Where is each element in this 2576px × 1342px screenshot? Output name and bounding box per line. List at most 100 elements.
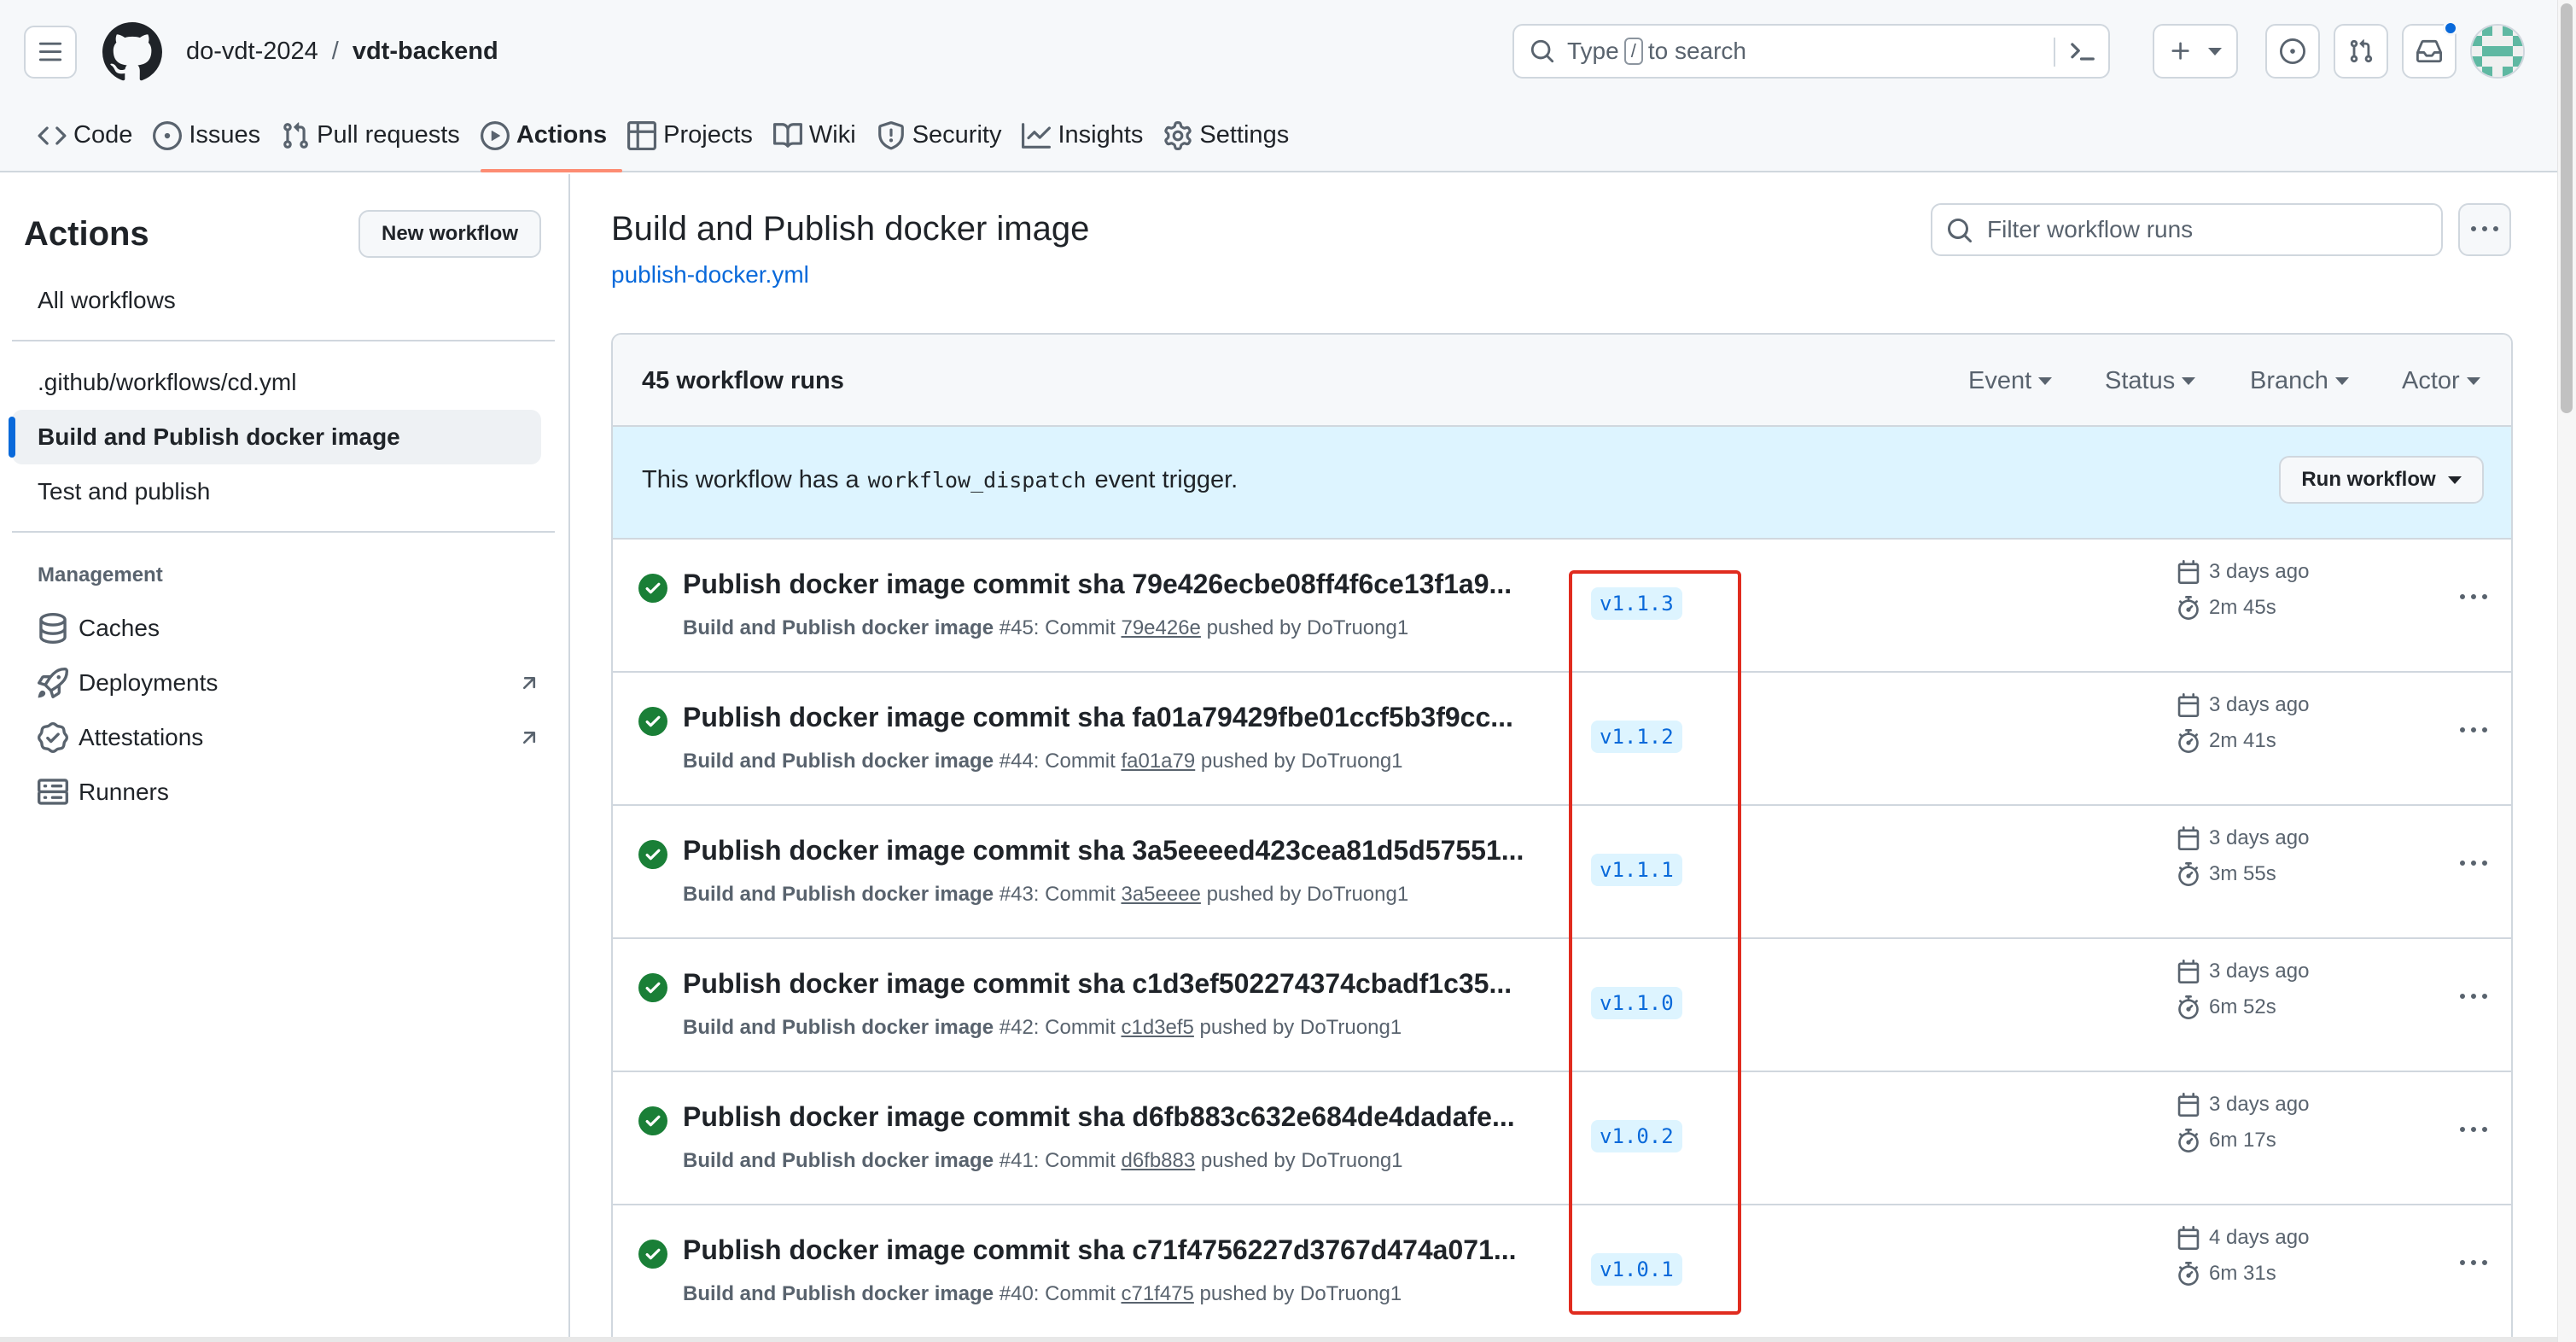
dispatch-text: This workflow has a workflow_dispatch ev… (642, 466, 1238, 494)
dispatch-banner: This workflow has a workflow_dispatch ev… (613, 427, 2511, 540)
menu-button[interactable] (24, 26, 77, 79)
sidebar-item-cd-yml[interactable]: .github/workflows/cd.yml (12, 355, 541, 410)
calendar-icon (2177, 1226, 2200, 1250)
page: do-vdt-2024 / vdt-backend Type / to sear… (0, 0, 2576, 1342)
tab-code[interactable]: Code (38, 109, 148, 172)
tab-actions[interactable]: Actions (480, 109, 623, 172)
run-workflow-button[interactable]: Run workflow (2279, 456, 2484, 504)
kebab-horizontal-icon (2460, 983, 2487, 1011)
sidebar-item-attestations[interactable]: Attestations (12, 710, 541, 765)
search-shortcut-key: / (1623, 38, 1643, 65)
table-row[interactable]: Publish docker image commit sha d6fb883c… (613, 1072, 2511, 1205)
run-title-link[interactable]: Publish docker image commit sha fa01a794… (683, 702, 1571, 733)
run-date: 4 days ago (2177, 1226, 2309, 1250)
commit-sha-link[interactable]: 79e426e (1121, 616, 1200, 639)
pull-requests-button[interactable] (2334, 24, 2388, 79)
command-palette-icon[interactable] (2067, 38, 2096, 67)
repo-nav: Code Issues Pull requests Actions Projec… (0, 109, 1309, 172)
check-circle-icon (638, 1106, 667, 1135)
commit-sha-link[interactable]: fa01a79 (1121, 750, 1195, 773)
table-icon (627, 121, 657, 150)
breadcrumb: do-vdt-2024 / vdt-backend (186, 34, 498, 68)
run-commit-label: : Commit (1033, 1149, 1116, 1172)
run-meta: Build and Publish docker image #43: Comm… (683, 883, 1408, 907)
create-new-button[interactable] (2153, 24, 2238, 79)
avatar[interactable] (2470, 24, 2525, 79)
arrow-up-right-icon (522, 732, 536, 744)
tab-wiki[interactable]: Wiki (772, 109, 871, 172)
filter-actor[interactable]: Actor (2402, 367, 2480, 395)
tab-security[interactable]: Security (877, 109, 1017, 172)
server-icon (38, 779, 68, 805)
issues-button[interactable] (2265, 24, 2320, 79)
run-menu-button[interactable] (2448, 712, 2499, 750)
run-commit-label: : Commit (1033, 883, 1116, 906)
run-workflow-name: Build and Publish docker image (683, 616, 994, 639)
sidebar-item-test-publish[interactable]: Test and publish (12, 464, 541, 519)
filter-status[interactable]: Status (2105, 367, 2196, 395)
table-row[interactable]: Publish docker image commit sha c1d3ef50… (613, 939, 2511, 1072)
table-row[interactable]: Publish docker image commit sha c71f4756… (613, 1205, 2511, 1339)
run-menu-button[interactable] (2448, 1112, 2499, 1149)
run-duration-label: 2m 41s (2209, 729, 2276, 752)
calendar-icon (2177, 960, 2200, 983)
global-search[interactable]: Type / to search (1512, 24, 2110, 79)
window-bottom-edge (0, 1337, 2557, 1342)
commit-sha-link[interactable]: c71f475 (1121, 1282, 1193, 1305)
check-circle-icon (638, 1240, 667, 1269)
run-menu-button[interactable] (2448, 845, 2499, 883)
filter-branch[interactable]: Branch (2250, 367, 2349, 395)
run-title-link[interactable]: Publish docker image commit sha 3a5eeeed… (683, 835, 1571, 866)
tab-settings[interactable]: Settings (1163, 109, 1304, 172)
run-title-link[interactable]: Publish docker image commit sha 79e426ec… (683, 569, 1571, 600)
filter-event[interactable]: Event (1968, 367, 2053, 395)
run-menu-button[interactable] (2448, 579, 2499, 616)
commit-sha-link[interactable]: 3a5eeee (1121, 883, 1200, 906)
tab-issues[interactable]: Issues (153, 109, 276, 172)
search-suffix: to search (1647, 38, 1746, 64)
run-title-link[interactable]: Publish docker image commit sha d6fb883c… (683, 1101, 1571, 1133)
run-number: #45 (999, 616, 1034, 639)
tab-pull-requests[interactable]: Pull requests (281, 109, 475, 172)
new-workflow-button[interactable]: New workflow (358, 210, 541, 258)
run-meta: Build and Publish docker image #42: Comm… (683, 1016, 1402, 1040)
filter-event-label: Event (1968, 367, 2032, 394)
commit-sha-link[interactable]: d6fb883 (1121, 1149, 1195, 1172)
run-menu-button[interactable] (2448, 1245, 2499, 1282)
run-workflow-label: Run workflow (2301, 468, 2436, 491)
commit-sha-link[interactable]: c1d3ef5 (1121, 1016, 1193, 1039)
chevron-down-icon (2466, 377, 2480, 385)
arrow-up-right-icon (522, 677, 536, 690)
table-row[interactable]: Publish docker image commit sha 3a5eeeed… (613, 806, 2511, 939)
owner-link[interactable]: do-vdt-2024 (186, 38, 318, 66)
tab-insights[interactable]: Insights (1022, 109, 1158, 172)
tab-projects[interactable]: Projects (627, 109, 768, 172)
scrollbar-thumb[interactable] (2561, 3, 2573, 413)
filter-runs-input[interactable]: Filter workflow runs (1931, 203, 2443, 256)
search-divider (2054, 38, 2055, 67)
sidebar-item-deployments[interactable]: Deployments (12, 656, 541, 710)
kebab-horizontal-icon (2460, 717, 2487, 744)
run-duration-label: 6m 31s (2209, 1262, 2276, 1285)
shield-icon (877, 121, 904, 150)
sidebar-item-caches[interactable]: Caches (12, 601, 541, 656)
run-commit-label: : Commit (1033, 750, 1116, 773)
github-logo-icon[interactable] (102, 22, 162, 82)
workflow-file-link[interactable]: publish-docker.yml (611, 261, 809, 289)
run-actor: DoTruong1 (1307, 883, 1409, 906)
run-duration-label: 2m 45s (2209, 596, 2276, 619)
table-row[interactable]: Publish docker image commit sha fa01a794… (613, 673, 2511, 806)
run-title-link[interactable]: Publish docker image commit sha c1d3ef50… (683, 968, 1571, 1000)
workflow-menu-button[interactable] (2458, 203, 2511, 256)
sidebar-item-build-publish[interactable]: Build and Publish docker image (9, 410, 541, 464)
sidebar-item-runners[interactable]: Runners (12, 765, 541, 820)
sidebar-divider-line (12, 531, 555, 533)
table-row[interactable]: Publish docker image commit sha 79e426ec… (613, 540, 2511, 673)
dispatch-suffix: event trigger. (1094, 466, 1238, 493)
pull-request-icon (283, 122, 309, 149)
run-title-link[interactable]: Publish docker image commit sha c71f4756… (683, 1234, 1571, 1266)
sidebar-item-all-workflows[interactable]: All workflows (12, 273, 541, 328)
run-duration: 3m 55s (2177, 862, 2276, 886)
repo-link[interactable]: vdt-backend (353, 38, 498, 66)
run-menu-button[interactable] (2448, 978, 2499, 1016)
